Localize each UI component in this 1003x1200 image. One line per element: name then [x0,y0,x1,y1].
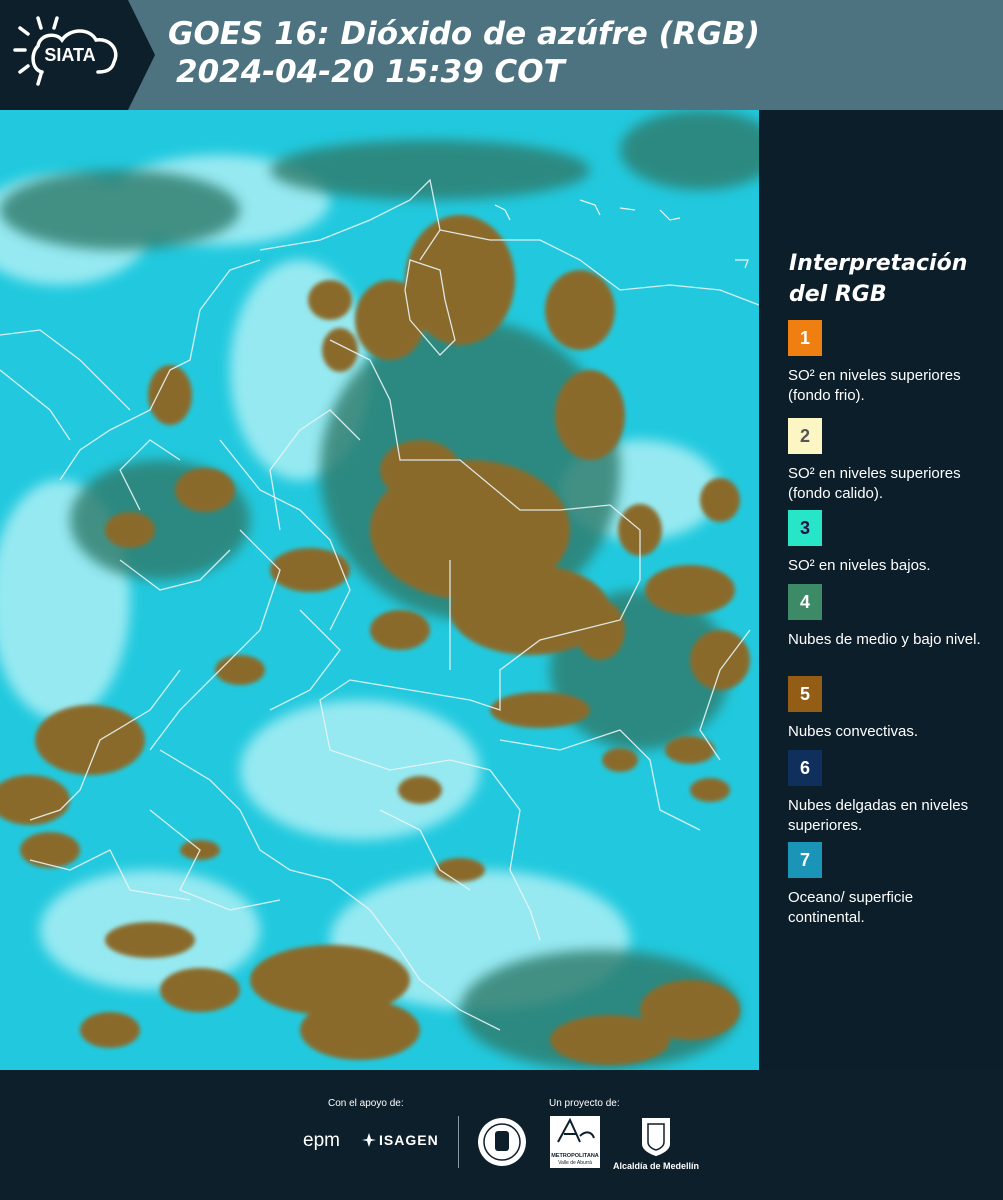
isagen-logo-text: ISAGEN [379,1132,439,1148]
isagen-icon [362,1133,376,1147]
legend-item-2: 2 SO² en niveles superiores (fondo calid… [788,418,993,504]
metropolitana-text: METROPOLITANA [551,1153,599,1159]
medellin-seal-icon [478,1118,526,1166]
area-metropolitana-icon [557,1117,595,1143]
legend-number-3: 3 [799,517,810,538]
legend-item-5: 5 Nubes convectivas. [788,676,993,742]
legend-number-7: 7 [799,849,810,870]
title-line-1: GOES 16: Dióxido de azúfre (RGB) [168,16,760,52]
area-metropolitana-logo: METROPOLITANA Valle de Aburrá [550,1116,600,1168]
legend-text-1: SO² en niveles superiores (fondo frio). [788,367,961,404]
siata-logo-text: SIATA [44,45,95,65]
alcaldia-text: Alcaldía de Medellín [613,1161,700,1171]
legend-swatch-5: 5 [788,676,822,712]
legend-number-5: 5 [799,683,810,704]
footer: Con el apoyo de: Un proyecto de: epm ISA… [0,1070,1003,1200]
legend-swatch-7: 7 [788,842,822,878]
alcaldia-shield-icon [642,1118,670,1156]
legend-swatch-1: 1 [788,320,822,356]
legend-text-4: Nubes de medio y bajo nivel. [788,631,981,648]
satellite-map[interactable] [0,110,759,1070]
legend-item-1: 1 SO² en niveles superiores (fondo frio)… [788,320,993,406]
legend-text-3: SO² en niveles bajos. [788,557,931,574]
legend-number-4: 4 [799,591,810,612]
header: SIATA GOES 16: Dióxido de azúfre (RGB) 2… [0,0,1003,110]
legend-text-6: Nubes delgadas en niveles superiores. [788,797,969,834]
legend-number-1: 1 [799,327,810,348]
legend-title: Interpretación del RGB [789,251,968,307]
legend-text-2: SO² en niveles superiores (fondo calido)… [788,465,961,502]
support-label: Con el apoyo de: [328,1098,404,1109]
epm-logo-text: epm [303,1130,340,1151]
legend-item-3: 3 SO² en niveles bajos. [788,510,993,576]
legend-text-7: Oceano/ superficie continental. [788,889,914,926]
legend-item-6: 6 Nubes delgadas en niveles superiores. [788,750,993,836]
isagen-logo: ISAGEN [362,1132,439,1148]
legend-swatch-6: 6 [788,750,822,786]
legend-text-5: Nubes convectivas. [788,723,919,740]
legend-swatch-3: 3 [788,510,822,546]
legend-item-7: 7 Oceano/ superficie continental. [788,842,993,928]
title-line-2: 2024-04-20 15:39 COT [176,54,565,90]
legend-number-2: 2 [799,425,810,446]
valle-text: Valle de Aburrá [558,1160,592,1166]
project-label: Un proyecto de: [549,1098,620,1109]
legend-swatch-4: 4 [788,584,822,620]
legend-item-4: 4 Nubes de medio y bajo nivel. [788,584,993,650]
satellite-image[interactable] [0,110,759,1070]
footer-divider [458,1116,459,1168]
legend-panel: Interpretación del RGB 1 SO² en niveles … [759,110,1003,1070]
epm-logo: epm [303,1130,340,1152]
legend-number-6: 6 [799,757,810,778]
legend-swatch-2: 2 [788,418,822,454]
siata-logo: SIATA [13,16,118,86]
